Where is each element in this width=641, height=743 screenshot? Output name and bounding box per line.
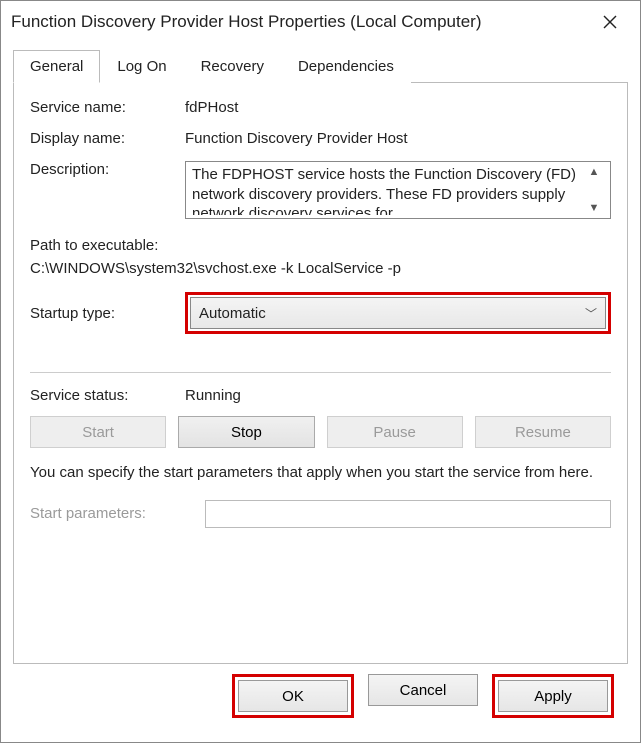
close-icon [603, 15, 617, 29]
label-service-name: Service name: [30, 99, 185, 116]
chevron-down-icon: ﹀ [585, 305, 597, 322]
startup-type-value: Automatic [199, 305, 266, 322]
label-start-params: Start parameters: [30, 505, 205, 522]
row-startup-type: Startup type: Automatic ﹀ [30, 292, 611, 334]
value-description: The FDPHOST service hosts the Function D… [192, 165, 584, 215]
row-service-status: Service status: Running [30, 387, 611, 404]
window-title: Function Discovery Provider Host Propert… [11, 12, 482, 32]
resume-button: Resume [475, 416, 611, 448]
description-scrollbar[interactable]: ▲ ▼ [584, 165, 604, 215]
scroll-up-icon[interactable]: ▲ [589, 166, 600, 178]
label-display-name: Display name: [30, 130, 185, 147]
label-startup-type: Startup type: [30, 305, 185, 322]
stop-button[interactable]: Stop [178, 416, 314, 448]
value-service-status: Running [185, 387, 241, 404]
tab-general[interactable]: General [13, 50, 100, 83]
ok-button[interactable]: OK [238, 680, 348, 712]
pause-button: Pause [327, 416, 463, 448]
divider [30, 372, 611, 373]
value-display-name: Function Discovery Provider Host [185, 130, 611, 147]
dialog-content: General Log On Recovery Dependencies Ser… [1, 43, 640, 742]
label-path: Path to executable: [30, 235, 611, 258]
startup-type-dropdown[interactable]: Automatic ﹀ [190, 297, 606, 329]
start-params-input [205, 500, 611, 528]
row-display-name: Display name: Function Discovery Provide… [30, 130, 611, 147]
tab-dependencies[interactable]: Dependencies [281, 50, 411, 83]
close-button[interactable] [588, 7, 632, 37]
service-control-buttons: Start Stop Pause Resume [30, 416, 611, 448]
apply-button[interactable]: Apply [498, 680, 608, 712]
tab-strip: General Log On Recovery Dependencies [13, 49, 628, 83]
label-description: Description: [30, 161, 185, 178]
tab-panel-general: Service name: fdPHost Display name: Func… [13, 83, 628, 664]
titlebar: Function Discovery Provider Host Propert… [1, 1, 640, 43]
row-service-name: Service name: fdPHost [30, 99, 611, 116]
label-service-status: Service status: [30, 387, 185, 404]
row-description: Description: The FDPHOST service hosts t… [30, 161, 611, 219]
start-button: Start [30, 416, 166, 448]
value-path: C:\WINDOWS\system32\svchost.exe -k Local… [30, 258, 611, 281]
value-service-name: fdPHost [185, 99, 611, 116]
dialog-footer: OK Cancel Apply [13, 664, 628, 732]
properties-dialog: Function Discovery Provider Host Propert… [0, 0, 641, 743]
row-path: Path to executable: C:\WINDOWS\system32\… [30, 235, 611, 280]
cancel-button[interactable]: Cancel [368, 674, 478, 706]
start-params-hint: You can specify the start parameters tha… [30, 462, 611, 484]
row-start-params: Start parameters: [30, 500, 611, 528]
scroll-down-icon[interactable]: ▼ [589, 202, 600, 214]
description-box: The FDPHOST service hosts the Function D… [185, 161, 611, 219]
tab-recovery[interactable]: Recovery [184, 50, 281, 83]
tab-log-on[interactable]: Log On [100, 50, 183, 83]
